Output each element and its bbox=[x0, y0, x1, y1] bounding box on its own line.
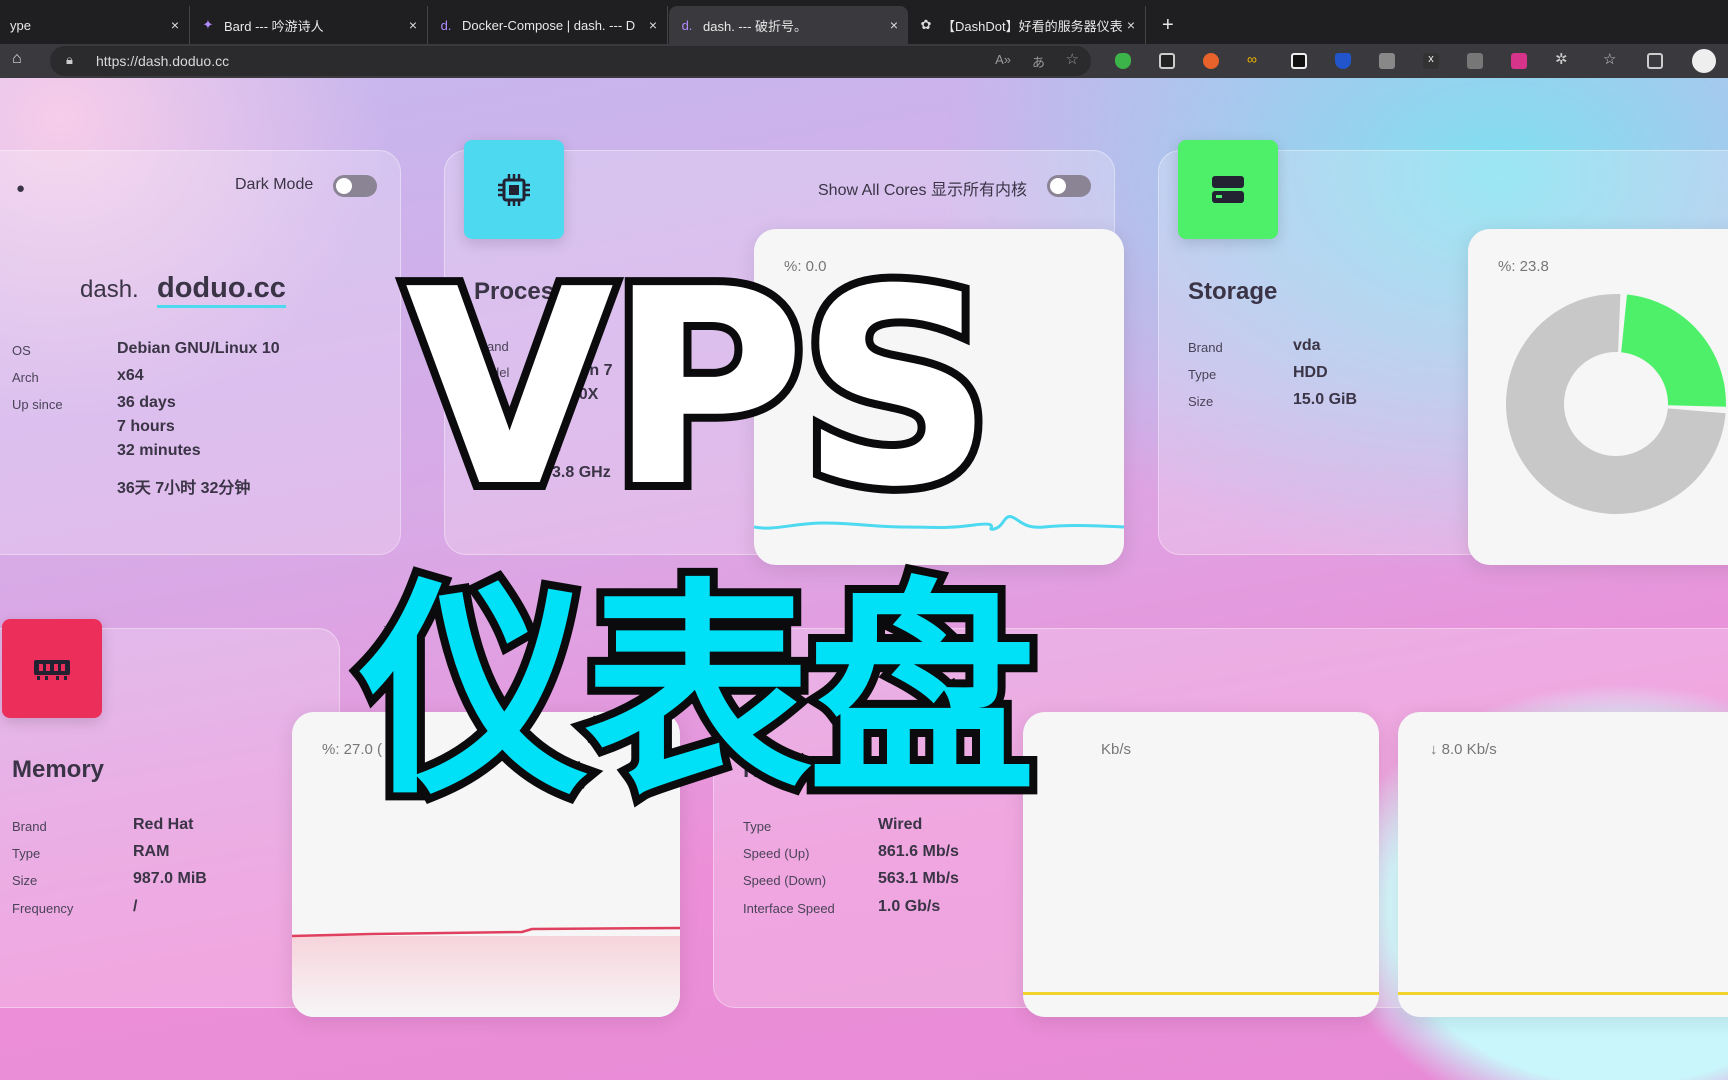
overlay-title-dashboard: 仪表盘 bbox=[352, 559, 1044, 825]
ram-icon bbox=[2, 619, 102, 718]
row-value: 15.0 GiB bbox=[1293, 391, 1358, 408]
adblock-extension-icon[interactable] bbox=[1115, 53, 1131, 69]
row-label: Arch bbox=[12, 370, 39, 385]
uptime-value: 32 minutes bbox=[117, 442, 201, 459]
home-icon[interactable]: ⌂ bbox=[12, 50, 22, 68]
extensions-puzzle-icon[interactable]: ✲ bbox=[1555, 50, 1571, 68]
row-label: Size bbox=[12, 873, 38, 888]
cpu-icon bbox=[464, 140, 564, 239]
tab-label: Docker-Compose | dash. --- D bbox=[462, 17, 636, 33]
tab-bard[interactable]: ✦ Bard --- 吟游诗人 × bbox=[190, 6, 428, 44]
close-icon[interactable]: × bbox=[890, 17, 898, 33]
storage-donut bbox=[1506, 294, 1726, 514]
extension-icon[interactable] bbox=[1291, 53, 1307, 69]
bitwarden-extension-icon[interactable] bbox=[1335, 53, 1351, 69]
close-icon[interactable]: × bbox=[409, 17, 417, 33]
extension-icon[interactable] bbox=[1379, 53, 1395, 69]
row-value: Red Hat bbox=[133, 816, 194, 833]
row-value: vda bbox=[1293, 337, 1321, 354]
github-icon[interactable]: ● bbox=[16, 180, 25, 197]
memory-usage-line bbox=[292, 926, 680, 938]
row-value: RAM bbox=[133, 843, 170, 860]
row-value: Debian GNU/Linux 10 bbox=[117, 340, 280, 357]
uptime-value: 36天 7小时 32分钟 bbox=[117, 480, 251, 497]
tab-1[interactable]: ype × bbox=[0, 6, 190, 44]
url-text: https://dash.doduo.cc bbox=[96, 53, 230, 69]
row-label: Brand bbox=[1188, 340, 1223, 355]
tab-bar: ype × ✦ Bard --- 吟游诗人 × d. Docker-Compose | … bbox=[0, 0, 1728, 44]
lock-icon[interactable]: 🔒︎ bbox=[66, 52, 73, 68]
dashboard-page: ● Dark Mode dash. doduo.cc OS Debian GNU/… bbox=[0, 78, 1728, 1080]
row-value: HDD bbox=[1293, 364, 1328, 381]
tab-dashdot[interactable]: ✿ 【DashDot】好看的服务器仪表 × bbox=[908, 6, 1146, 44]
overlay-title-vps: VPS bbox=[397, 231, 1002, 546]
x-extension-icon[interactable]: x bbox=[1423, 53, 1439, 69]
show-all-cores-toggle[interactable] bbox=[1047, 175, 1091, 197]
tab-label: 【DashDot】好看的服务器仪表 bbox=[942, 18, 1122, 34]
row-label: Type bbox=[1188, 367, 1217, 382]
infinity-extension-icon[interactable]: ∞ bbox=[1247, 51, 1263, 67]
show-all-cores-label: Show All Cores 显示所有内核 bbox=[818, 182, 1027, 199]
translate-icon[interactable]: あ bbox=[1032, 52, 1045, 71]
toolbar: ⌂ 🔒︎ https://dash.doduo.cc A» あ ☆ ∞ x ✲ … bbox=[0, 44, 1728, 78]
row-label: Up since bbox=[12, 397, 63, 412]
storage-usage-label: %: 23.8 bbox=[1498, 258, 1549, 275]
network-down-label: ↓ 8.0 Kb/s bbox=[1430, 741, 1497, 758]
tab-label: dash. --- 破折号。 bbox=[703, 18, 808, 34]
favorites-icon[interactable]: ☆ bbox=[1603, 50, 1619, 68]
row-value: x64 bbox=[117, 367, 144, 384]
row-label: Brand bbox=[12, 819, 47, 834]
row-label: Speed (Down) bbox=[743, 873, 827, 888]
tab-label: ype bbox=[10, 17, 31, 33]
paw-icon: ✿ bbox=[920, 17, 932, 32]
zotero-extension-icon[interactable] bbox=[1467, 53, 1483, 69]
row-value: 861.6 Mb/s bbox=[878, 843, 959, 860]
row-label: Frequency bbox=[12, 901, 74, 916]
network-down-chart: ↓ 8.0 Kb/s bbox=[1398, 712, 1728, 1017]
tab-dash-active[interactable]: d. dash. --- 破折号。 × bbox=[669, 6, 908, 44]
row-value: 36 days bbox=[117, 394, 176, 411]
translate-extension-icon[interactable] bbox=[1511, 53, 1527, 69]
dark-mode-toggle[interactable] bbox=[333, 175, 377, 197]
row-value: / bbox=[133, 898, 138, 915]
donut-used-slice bbox=[1621, 294, 1726, 407]
server-name-prefix: dash. bbox=[80, 276, 139, 303]
network-down-line bbox=[1398, 992, 1728, 995]
server-domain: doduo.cc bbox=[157, 272, 286, 308]
profile-avatar[interactable] bbox=[1692, 49, 1716, 73]
storage-chart: %: 23.8 bbox=[1468, 229, 1728, 565]
row-label: Size bbox=[1188, 394, 1214, 409]
dash-logo-icon: d. bbox=[681, 17, 693, 33]
row-label: Interface Speed bbox=[743, 901, 835, 916]
row-label: OS bbox=[12, 343, 31, 358]
row-value: 987.0 MiB bbox=[133, 870, 207, 887]
row-value: 1.0 Gb/s bbox=[878, 898, 941, 915]
close-icon[interactable]: × bbox=[1127, 17, 1135, 33]
sparkle-icon: ✦ bbox=[202, 17, 214, 32]
collections-icon[interactable] bbox=[1647, 53, 1663, 69]
network-up-chart: Kb/s bbox=[1023, 712, 1379, 1017]
tab-docker-compose[interactable]: d. Docker-Compose | dash. --- D × bbox=[428, 6, 668, 44]
network-up-line bbox=[1023, 992, 1379, 995]
new-tab-button[interactable]: + bbox=[1152, 6, 1182, 44]
tab-label: Bard --- 吟游诗人 bbox=[224, 18, 324, 34]
dash-logo-icon: d. bbox=[440, 17, 452, 33]
terminal-extension-icon[interactable] bbox=[1159, 53, 1175, 69]
memory-usage-area bbox=[292, 936, 680, 1017]
close-icon[interactable]: × bbox=[649, 17, 657, 33]
network-up-label: Kb/s bbox=[1101, 741, 1132, 758]
uptime-value: 7 hours bbox=[117, 418, 175, 435]
row-label: Speed (Up) bbox=[743, 846, 810, 861]
dark-mode-label: Dark Mode bbox=[235, 176, 314, 193]
row-label: Type bbox=[12, 846, 41, 861]
address-bar[interactable]: 🔒︎ https://dash.doduo.cc A» あ ☆ bbox=[50, 46, 1091, 76]
extension-icon[interactable] bbox=[1203, 53, 1219, 69]
close-icon[interactable]: × bbox=[171, 17, 179, 33]
storage-server-icon bbox=[1178, 140, 1278, 239]
row-value: 563.1 Mb/s bbox=[878, 870, 959, 887]
favorite-icon[interactable]: ☆ bbox=[1066, 50, 1079, 68]
memory-title: Memory bbox=[12, 756, 105, 783]
storage-title: Storage bbox=[1188, 278, 1278, 305]
read-aloud-icon[interactable]: A» bbox=[995, 52, 1011, 67]
